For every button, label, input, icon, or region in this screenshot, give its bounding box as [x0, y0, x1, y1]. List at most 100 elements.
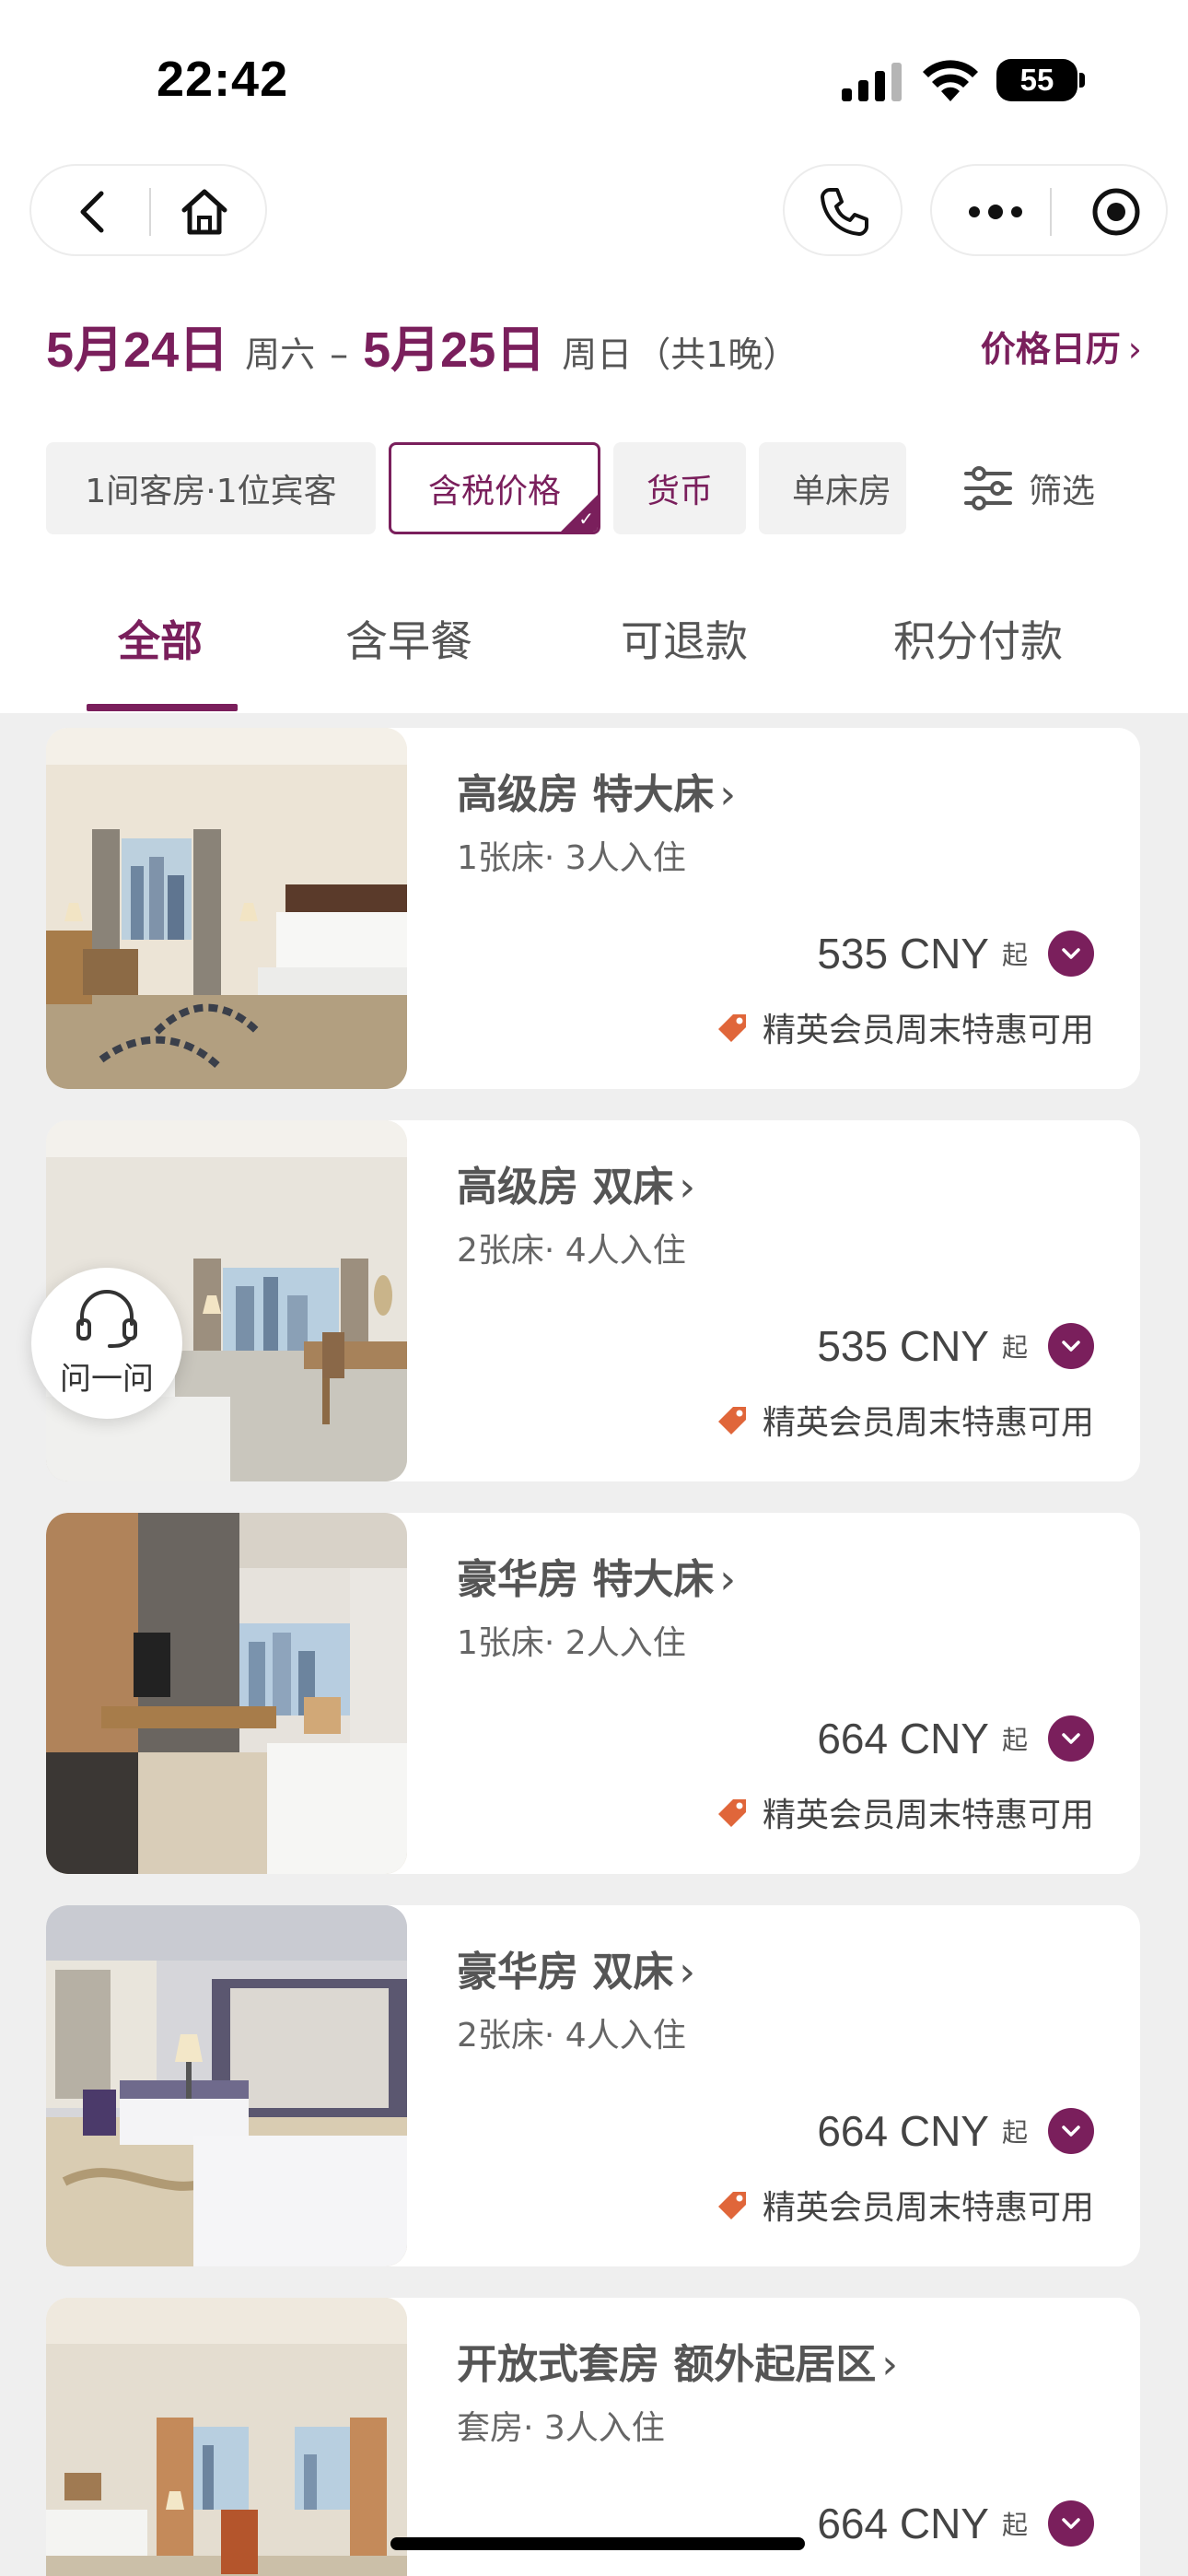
checkout-weekday: 周日	[562, 334, 633, 375]
ask-assistant-label: 问一问	[60, 1360, 154, 1398]
chevron-right-icon: ›	[679, 1164, 695, 1211]
room-name[interactable]: 豪华房 双床 ›	[457, 1938, 695, 1997]
member-offer-text: 精英会员周末特惠可用	[762, 1797, 1094, 1834]
room-photo	[46, 1905, 407, 2266]
price-from-label: 起	[1001, 1725, 1028, 1755]
filter-button[interactable]: 筛选	[962, 456, 1095, 521]
room-price[interactable]: 664 CNY 起	[817, 1711, 1094, 1766]
chevron-down-icon	[1062, 2518, 1080, 2529]
date-separator: –	[330, 334, 349, 376]
battery-level: 55	[1019, 63, 1054, 97]
wifi-icon	[923, 60, 978, 101]
price-calendar-label: 价格日历	[980, 329, 1121, 369]
member-offer: 精英会员周末特惠可用	[713, 1397, 1094, 1443]
room-price[interactable]: 664 CNY 起	[817, 2103, 1094, 2159]
miniprogram-capsule	[930, 164, 1168, 256]
close-miniprogram-icon[interactable]	[1090, 186, 1142, 238]
chip-rooms-guests[interactable]: 1间客房·1位宾客	[46, 442, 376, 534]
expand-rates-button[interactable]	[1048, 1715, 1094, 1762]
tab-points-payment[interactable]: 积分付款	[893, 608, 1063, 669]
room-beds-occupancy: 2张床· 4人入住	[457, 2017, 686, 2055]
room-list: 高级房 特大床› 1张床· 3人入住 535 CNY 起 精英会员周末特惠可用	[0, 713, 1188, 2576]
member-offer: 精英会员周末特惠可用	[713, 2182, 1094, 2228]
room-card[interactable]: 高级房 特大床 › 1张床· 3人入住 535 CNY 起 精英会员周末特惠可用	[46, 728, 1140, 1089]
chip-single-bed[interactable]: 单床房	[759, 442, 906, 534]
chip-label: 含税价格	[427, 473, 561, 510]
expand-rates-button[interactable]	[1048, 1323, 1094, 1369]
member-offer-text: 精英会员周末特惠可用	[762, 1404, 1094, 1442]
nights-count: （共1晚）	[635, 334, 798, 375]
checkout-date: 5月25日	[363, 322, 546, 378]
room-beds-occupancy: 套房· 3人入住	[457, 2409, 665, 2447]
member-offer: 精英会员周末特惠可用	[713, 1789, 1094, 1835]
room-beds-occupancy: 1张床· 3人入住	[457, 839, 686, 877]
price-from-label: 起	[1001, 1332, 1028, 1363]
chevron-right-icon: ›	[881, 2341, 898, 2388]
expand-rates-button[interactable]	[1048, 2108, 1094, 2154]
phone-icon	[821, 188, 868, 236]
room-beds-occupancy: 1张床· 2人入住	[457, 1624, 686, 1662]
battery-indicator: 55	[996, 59, 1077, 101]
ask-assistant-button[interactable]: 问一问	[31, 1268, 182, 1419]
expand-rates-button[interactable]	[1048, 2500, 1094, 2547]
price-tag-icon	[717, 1014, 746, 1042]
stay-dates[interactable]: 5月24日 周六 – 5月25日 周日 （共1晚）	[46, 309, 798, 382]
tab-all[interactable]: 全部	[118, 608, 203, 669]
cellular-signal-icon	[842, 63, 902, 101]
price-tag-icon	[717, 1799, 746, 1827]
price-from-label: 起	[1001, 2117, 1028, 2148]
checkin-date: 5月24日	[46, 322, 229, 378]
price-from-label: 起	[1001, 940, 1028, 970]
room-card[interactable]: 豪华房 特大床 › 1张床· 2人入住 664 CNY 起 精英会员周末特惠可用	[46, 1513, 1140, 1874]
room-name[interactable]: 豪华房 特大床 ›	[457, 1546, 736, 1605]
status-time: 22:42	[157, 52, 289, 107]
room-price[interactable]: 535 CNY 起	[817, 926, 1094, 981]
back-arrow-icon[interactable]	[68, 186, 120, 238]
expand-rates-button[interactable]	[1048, 931, 1094, 977]
room-price[interactable]: 535 CNY 起	[817, 1318, 1094, 1374]
room-name[interactable]: 高级房 特大床 ›	[457, 761, 736, 820]
chip-label: 单床房	[792, 473, 892, 510]
nav-back-home-capsule	[29, 164, 267, 256]
chevron-down-icon	[1062, 1341, 1080, 1352]
room-photo	[46, 728, 407, 1089]
call-hotel-button[interactable]	[783, 164, 903, 256]
room-name-text: 开放式套房 额外起居区	[457, 2341, 877, 2388]
price-amount: 664 CNY	[817, 2107, 989, 2155]
room-photo	[46, 2298, 407, 2576]
price-tag-icon	[717, 1407, 746, 1434]
room-card[interactable]: 豪华房 双床 › 2张床· 4人入住 664 CNY 起 精英会员周末特惠可用	[46, 1905, 1140, 2266]
more-options-icon[interactable]	[963, 190, 1028, 234]
filter-label: 筛选	[1029, 473, 1096, 510]
room-price[interactable]: 664 CNY 起	[817, 2496, 1094, 2551]
chip-label: 货币	[646, 473, 713, 510]
price-calendar-link[interactable]: 价格日历 ›	[981, 321, 1142, 371]
chip-tax-inclusive[interactable]: 含税价格 ✓	[389, 442, 600, 534]
room-name[interactable]: 开放式套房 额外起居区 ›	[457, 2331, 898, 2390]
price-amount: 535 CNY	[817, 1322, 989, 1370]
chip-currency[interactable]: 货币	[613, 442, 746, 534]
room-name-text: 豪华房 特大床	[457, 1556, 715, 1603]
room-card[interactable]: 高级房 双床 › 2张床· 4人入住 535 CNY 起 精英会员周末特惠可用	[46, 1120, 1140, 1481]
price-amount: 535 CNY	[817, 930, 989, 978]
room-card[interactable]: 开放式套房 额外起居区 › 套房· 3人入住 664 CNY 起	[46, 2298, 1140, 2576]
tab-breakfast[interactable]: 含早餐	[345, 608, 472, 669]
home-indicator[interactable]	[390, 2537, 805, 2550]
price-amount: 664 CNY	[817, 1715, 989, 1762]
price-amount: 664 CNY	[817, 2500, 989, 2547]
capsule-divider	[1050, 188, 1052, 236]
tab-refundable[interactable]: 可退款	[621, 608, 748, 669]
member-offer-text: 精英会员周末特惠可用	[762, 1012, 1094, 1049]
room-name-text: 高级房 特大床	[457, 771, 715, 818]
room-name-text: 豪华房 双床	[457, 1949, 674, 1996]
active-tab-indicator	[87, 704, 238, 711]
status-bar: 22:42 55	[0, 0, 1188, 157]
checkmark-icon: ✓	[578, 508, 594, 530]
nav-divider	[149, 188, 151, 236]
member-offer: 精英会员周末特惠可用	[713, 1004, 1094, 1050]
chevron-right-icon: ›	[719, 1556, 736, 1603]
room-name[interactable]: 高级房 双床 ›	[457, 1153, 695, 1212]
chevron-right-icon: ›	[679, 1949, 695, 1996]
room-name-text: 高级房 双床	[457, 1164, 674, 1211]
home-icon[interactable]	[177, 184, 232, 240]
